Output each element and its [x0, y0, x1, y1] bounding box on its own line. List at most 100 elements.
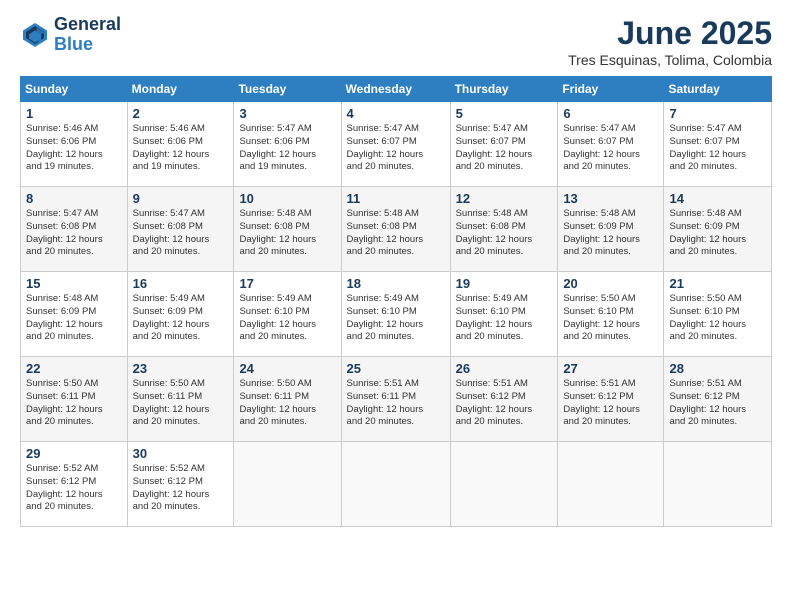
day-cell: 9 Sunrise: 5:47 AM Sunset: 6:08 PM Daylig…	[127, 187, 234, 272]
day-cell: 12 Sunrise: 5:48 AM Sunset: 6:08 PM Dayli…	[450, 187, 558, 272]
day-cell: 3Sunrise: 5:47 AM Sunset: 6:06 PM Daylig…	[234, 102, 341, 187]
day-number: 13	[563, 191, 658, 206]
day-number: 30	[133, 446, 229, 461]
week-row-5: 29 Sunrise: 5:52 AM Sunset: 6:12 PM Dayli…	[21, 442, 772, 527]
day-cell: 6 Sunrise: 5:47 AM Sunset: 6:07 PM Daylig…	[558, 102, 664, 187]
day-cell	[558, 442, 664, 527]
day-info: Sunrise: 5:48 AM Sunset: 6:09 PM Dayligh…	[26, 293, 122, 344]
day-number: 29	[26, 446, 122, 461]
day-cell: 10 Sunrise: 5:48 AM Sunset: 6:08 PM Dayli…	[234, 187, 341, 272]
day-info: Sunrise: 5:51 AM Sunset: 6:12 PM Dayligh…	[669, 378, 766, 429]
day-number: 10	[239, 191, 335, 206]
day-cell: 2 Sunrise: 5:46 AM Sunset: 6:06 PM Daylig…	[127, 102, 234, 187]
day-cell	[450, 442, 558, 527]
day-info: Sunrise: 5:51 AM Sunset: 6:12 PM Dayligh…	[456, 378, 553, 429]
logo-icon	[20, 20, 50, 50]
day-number: 24	[239, 361, 335, 376]
page: General Blue June 2025 Tres Esquinas, To…	[0, 0, 792, 612]
day-number: 8	[26, 191, 122, 206]
day-info: Sunrise: 5:47 AM Sunset: 6:07 PM Dayligh…	[456, 123, 553, 174]
day-cell: 14 Sunrise: 5:48 AM Sunset: 6:09 PM Dayli…	[664, 187, 772, 272]
day-cell	[234, 442, 341, 527]
day-number: 15	[26, 276, 122, 291]
day-info: Sunrise: 5:48 AM Sunset: 6:08 PM Dayligh…	[456, 208, 553, 259]
day-number: 9	[133, 191, 229, 206]
day-info: Sunrise: 5:49 AM Sunset: 6:10 PM Dayligh…	[239, 293, 335, 344]
header-friday: Friday	[558, 77, 664, 102]
day-info: Sunrise: 5:47 AM Sunset: 6:07 PM Dayligh…	[563, 123, 658, 174]
day-number: 2	[133, 106, 229, 121]
week-row-2: 8 Sunrise: 5:47 AM Sunset: 6:08 PM Daylig…	[21, 187, 772, 272]
day-cell	[341, 442, 450, 527]
day-cell: 15 Sunrise: 5:48 AM Sunset: 6:09 PM Dayli…	[21, 272, 128, 357]
day-cell: 28Sunrise: 5:51 AM Sunset: 6:12 PM Dayli…	[664, 357, 772, 442]
header-monday: Monday	[127, 77, 234, 102]
logo: General Blue	[20, 15, 121, 55]
day-cell: 26 Sunrise: 5:51 AM Sunset: 6:12 PM Dayli…	[450, 357, 558, 442]
day-info: Sunrise: 5:47 AM Sunset: 6:07 PM Dayligh…	[669, 123, 766, 174]
day-info: Sunrise: 5:46 AM Sunset: 6:06 PM Dayligh…	[133, 123, 229, 174]
day-number: 4	[347, 106, 445, 121]
header-row: Sunday Monday Tuesday Wednesday Thursday…	[21, 77, 772, 102]
day-number: 23	[133, 361, 229, 376]
day-cell: 5 Sunrise: 5:47 AM Sunset: 6:07 PM Daylig…	[450, 102, 558, 187]
day-cell: 13Sunrise: 5:48 AM Sunset: 6:09 PM Dayli…	[558, 187, 664, 272]
day-cell: 1 Sunrise: 5:46 AM Sunset: 6:06 PM Daylig…	[21, 102, 128, 187]
header-sunday: Sunday	[21, 77, 128, 102]
calendar-header: Sunday Monday Tuesday Wednesday Thursday…	[21, 77, 772, 102]
day-info: Sunrise: 5:50 AM Sunset: 6:11 PM Dayligh…	[26, 378, 122, 429]
day-info: Sunrise: 5:46 AM Sunset: 6:06 PM Dayligh…	[26, 123, 122, 174]
title-area: June 2025 Tres Esquinas, Tolima, Colombi…	[568, 15, 772, 68]
day-number: 26	[456, 361, 553, 376]
day-cell: 4Sunrise: 5:47 AM Sunset: 6:07 PM Daylig…	[341, 102, 450, 187]
day-number: 19	[456, 276, 553, 291]
day-number: 16	[133, 276, 229, 291]
day-cell: 19Sunrise: 5:49 AM Sunset: 6:10 PM Dayli…	[450, 272, 558, 357]
day-info: Sunrise: 5:50 AM Sunset: 6:11 PM Dayligh…	[133, 378, 229, 429]
day-cell: 8 Sunrise: 5:47 AM Sunset: 6:08 PM Daylig…	[21, 187, 128, 272]
day-info: Sunrise: 5:47 AM Sunset: 6:08 PM Dayligh…	[133, 208, 229, 259]
header-tuesday: Tuesday	[234, 77, 341, 102]
day-info: Sunrise: 5:49 AM Sunset: 6:09 PM Dayligh…	[133, 293, 229, 344]
day-number: 21	[669, 276, 766, 291]
logo-line1: General	[54, 15, 121, 35]
day-cell: 11Sunrise: 5:48 AM Sunset: 6:08 PM Dayli…	[341, 187, 450, 272]
calendar-body: 1 Sunrise: 5:46 AM Sunset: 6:06 PM Daylig…	[21, 102, 772, 527]
day-number: 7	[669, 106, 766, 121]
week-row-4: 22Sunrise: 5:50 AM Sunset: 6:11 PM Dayli…	[21, 357, 772, 442]
day-cell	[664, 442, 772, 527]
header-wednesday: Wednesday	[341, 77, 450, 102]
day-info: Sunrise: 5:47 AM Sunset: 6:06 PM Dayligh…	[239, 123, 335, 174]
day-cell: 29 Sunrise: 5:52 AM Sunset: 6:12 PM Dayli…	[21, 442, 128, 527]
day-cell: 25Sunrise: 5:51 AM Sunset: 6:11 PM Dayli…	[341, 357, 450, 442]
header-thursday: Thursday	[450, 77, 558, 102]
day-cell: 20Sunrise: 5:50 AM Sunset: 6:10 PM Dayli…	[558, 272, 664, 357]
day-number: 14	[669, 191, 766, 206]
day-cell: 27Sunrise: 5:51 AM Sunset: 6:12 PM Dayli…	[558, 357, 664, 442]
day-cell: 16 Sunrise: 5:49 AM Sunset: 6:09 PM Dayli…	[127, 272, 234, 357]
day-info: Sunrise: 5:49 AM Sunset: 6:10 PM Dayligh…	[347, 293, 445, 344]
main-title: June 2025	[568, 15, 772, 52]
day-info: Sunrise: 5:47 AM Sunset: 6:08 PM Dayligh…	[26, 208, 122, 259]
logo-text: General Blue	[54, 15, 121, 55]
day-info: Sunrise: 5:48 AM Sunset: 6:08 PM Dayligh…	[239, 208, 335, 259]
day-number: 20	[563, 276, 658, 291]
day-cell: 18Sunrise: 5:49 AM Sunset: 6:10 PM Dayli…	[341, 272, 450, 357]
subtitle: Tres Esquinas, Tolima, Colombia	[568, 52, 772, 68]
day-info: Sunrise: 5:52 AM Sunset: 6:12 PM Dayligh…	[26, 463, 122, 514]
day-info: Sunrise: 5:51 AM Sunset: 6:12 PM Dayligh…	[563, 378, 658, 429]
day-number: 12	[456, 191, 553, 206]
week-row-3: 15 Sunrise: 5:48 AM Sunset: 6:09 PM Dayli…	[21, 272, 772, 357]
day-number: 11	[347, 191, 445, 206]
day-cell: 21 Sunrise: 5:50 AM Sunset: 6:10 PM Dayli…	[664, 272, 772, 357]
day-number: 1	[26, 106, 122, 121]
day-number: 5	[456, 106, 553, 121]
day-info: Sunrise: 5:52 AM Sunset: 6:12 PM Dayligh…	[133, 463, 229, 514]
day-cell: 17Sunrise: 5:49 AM Sunset: 6:10 PM Dayli…	[234, 272, 341, 357]
day-info: Sunrise: 5:50 AM Sunset: 6:10 PM Dayligh…	[669, 293, 766, 344]
day-number: 6	[563, 106, 658, 121]
day-info: Sunrise: 5:50 AM Sunset: 6:11 PM Dayligh…	[239, 378, 335, 429]
day-cell: 23 Sunrise: 5:50 AM Sunset: 6:11 PM Dayli…	[127, 357, 234, 442]
day-info: Sunrise: 5:48 AM Sunset: 6:09 PM Dayligh…	[669, 208, 766, 259]
calendar-table: Sunday Monday Tuesday Wednesday Thursday…	[20, 76, 772, 527]
